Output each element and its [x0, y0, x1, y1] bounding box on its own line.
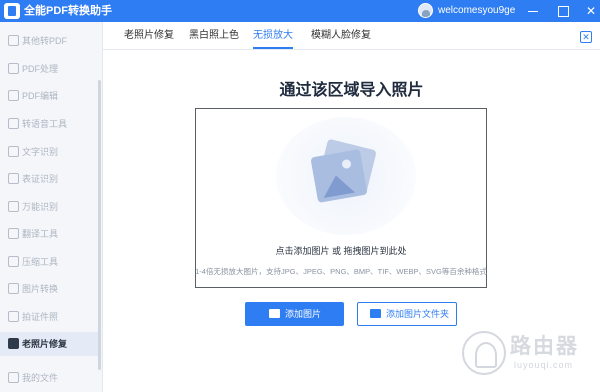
tab-colorize[interactable]: 黑白照上色 — [189, 29, 239, 49]
sidebar-item-translate[interactable]: 翻译工具 — [0, 222, 100, 246]
maximize-icon[interactable] — [554, 2, 572, 20]
sidebar-item-my-files[interactable]: 我的文件 — [0, 366, 100, 390]
sidebar-item-label: 转语音工具 — [22, 119, 68, 129]
sidebar-item-label: 文字识别 — [22, 147, 59, 157]
sidebar-item-label: 其他转PDF — [22, 36, 68, 46]
username[interactable]: welcomesyou9ge — [438, 4, 515, 18]
sidebar-item-other-to-pdf[interactable]: 其他转PDF — [0, 29, 100, 53]
sidebar-item-compress[interactable]: 压缩工具 — [0, 250, 100, 274]
panel-close-icon[interactable]: ✕ — [580, 31, 592, 43]
watermark-logo-icon — [462, 331, 506, 375]
sidebar-item-id-photo[interactable]: 拍证件照 — [0, 305, 100, 329]
sidebar-item-label: 老照片修复 — [22, 339, 68, 349]
translate-icon — [8, 228, 19, 239]
tab-old-photo-repair[interactable]: 老照片修复 — [124, 29, 174, 49]
folder-plus-icon — [370, 309, 381, 318]
edit-icon — [8, 90, 19, 101]
page-title: 通过该区域导入照片 — [279, 82, 424, 99]
tab-lossless-upscale[interactable]: 无损放大 — [253, 29, 293, 49]
sidebar-item-pdf-edit[interactable]: PDF编辑 — [0, 84, 100, 108]
pdf-icon — [8, 63, 19, 74]
sidebar-item-label: 翻译工具 — [22, 229, 59, 239]
title-bar: 全能PDF转换助手 welcomesyou9ge ✕ — [0, 0, 600, 22]
close-icon[interactable]: ✕ — [582, 2, 600, 20]
sidebar-item-label: 表证识别 — [22, 174, 59, 184]
sidebar-item-label: PDF处理 — [22, 64, 59, 74]
sidebar-item-pdf-process[interactable]: PDF处理 — [0, 57, 100, 81]
sidebar-item-label: 万能识别 — [22, 202, 59, 212]
photo-repair-icon — [8, 338, 19, 349]
sidebar-item-voice-tools[interactable]: 转语音工具 — [0, 112, 100, 136]
voice-icon — [8, 118, 19, 129]
sidebar-item-label: 拍证件照 — [22, 312, 59, 322]
watermark-subtext: luyouqi.com — [514, 360, 574, 370]
sidebar-item-text-ocr[interactable]: 文字识别 — [0, 140, 100, 164]
sidebar: 其他转PDF PDF处理 PDF编辑 转语音工具 文字识别 表证识别 万能识别 … — [0, 22, 103, 392]
sidebar-item-table-ocr[interactable]: 表证识别 — [0, 167, 100, 191]
image-icon — [269, 309, 280, 318]
user-avatar[interactable] — [418, 3, 433, 18]
supported-formats-text: 1-4倍无损放大图片，支持JPG、JPEG、PNG、BMP、TIF、WEBP、S… — [195, 267, 487, 276]
sidebar-item-image-convert[interactable]: 图片转换 — [0, 277, 100, 301]
tab-bar: 老照片修复 黑白照上色 无损放大 模糊人脸修复 — [103, 22, 600, 50]
dropzone-hint: 点击添加图片 或 拖拽图片到此处 — [275, 246, 407, 256]
sidebar-item-label: 图片转换 — [22, 284, 59, 294]
sidebar-item-label: 压缩工具 — [22, 257, 59, 267]
tab-face-repair[interactable]: 模糊人脸修复 — [311, 29, 371, 49]
scan-icon — [8, 201, 19, 212]
image-placeholder-icon — [310, 149, 368, 203]
sidebar-item-label: 我的文件 — [22, 373, 59, 383]
sidebar-scrollbar[interactable] — [98, 80, 101, 370]
table-icon — [8, 173, 19, 184]
image-icon — [8, 283, 19, 294]
add-image-button[interactable]: 添加图片 — [245, 302, 344, 326]
minimize-icon[interactable] — [524, 2, 542, 20]
add-image-label: 添加图片 — [285, 309, 322, 319]
sidebar-item-label: PDF编辑 — [22, 91, 59, 101]
sidebar-item-universal-ocr[interactable]: 万能识别 — [0, 195, 100, 219]
app-logo-icon — [4, 3, 20, 19]
add-folder-label: 添加图片文件夹 — [386, 309, 450, 319]
file-icon — [8, 35, 19, 46]
folder-icon — [8, 372, 19, 383]
camera-icon — [8, 311, 19, 322]
text-icon — [8, 146, 19, 157]
compress-icon — [8, 256, 19, 267]
add-folder-button[interactable]: 添加图片文件夹 — [357, 302, 457, 326]
sidebar-item-old-photo-repair[interactable]: 老照片修复 — [0, 332, 100, 356]
watermark-text: 路由器 — [510, 335, 579, 358]
app-title: 全能PDF转换助手 — [24, 5, 112, 17]
